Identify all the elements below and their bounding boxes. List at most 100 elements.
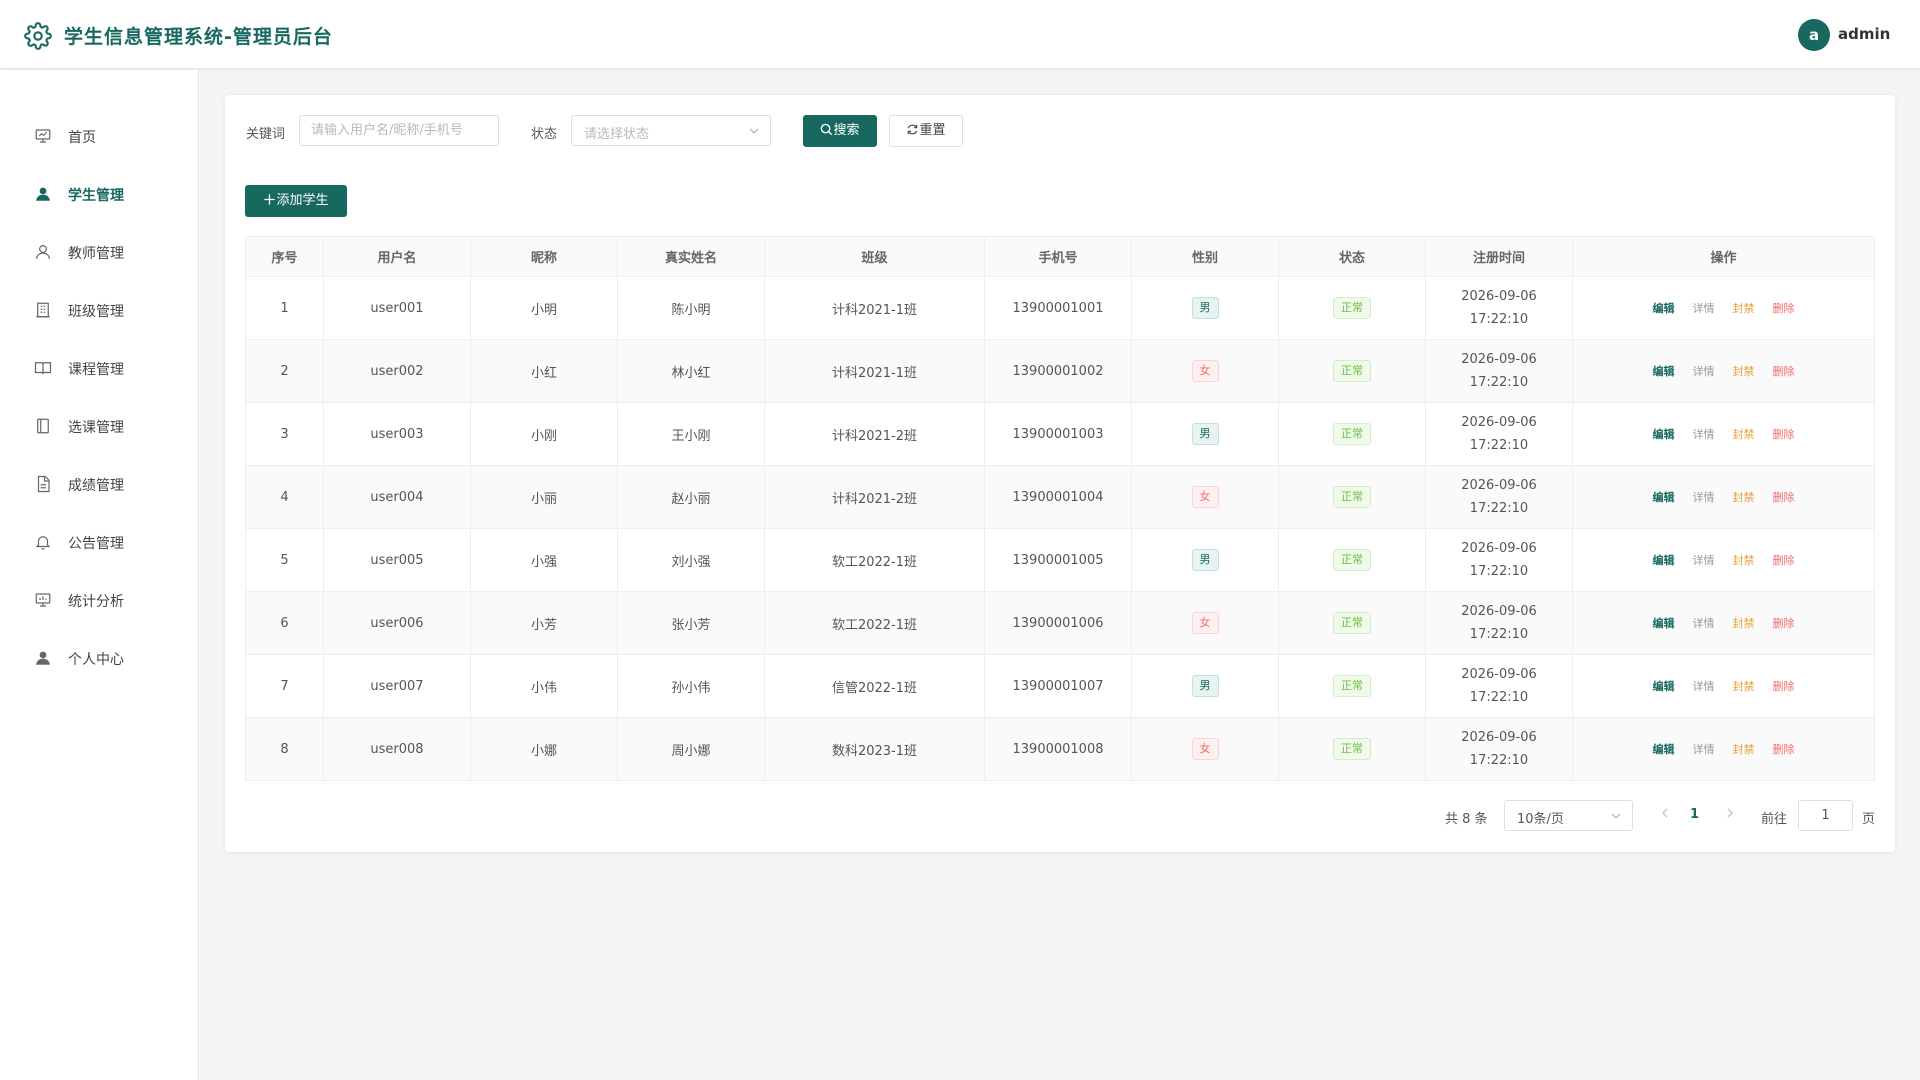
cell-nickname: 小明: [470, 276, 618, 340]
cell-class: 软工2022-1班: [764, 528, 985, 592]
delete-button[interactable]: 删除: [1773, 489, 1795, 505]
delete-button[interactable]: 删除: [1773, 300, 1795, 316]
edit-button[interactable]: 编辑: [1653, 678, 1675, 694]
keyword-input[interactable]: [300, 116, 498, 145]
avatar[interactable]: a: [1798, 19, 1830, 51]
cell-phone: 13900001001: [984, 276, 1132, 340]
sidebar-item-profile[interactable]: 个人中心: [0, 638, 199, 678]
gender-tag: 男: [1191, 675, 1219, 697]
table-row: 8 user008 小娜 周小娜 数科2023-1班 13900001008 女…: [245, 717, 1875, 781]
cell-index: 5: [245, 528, 324, 592]
delete-button[interactable]: 删除: [1773, 741, 1795, 757]
username-label[interactable]: admin: [1838, 25, 1890, 43]
ban-button[interactable]: 封禁: [1733, 741, 1755, 757]
sidebar-item-home[interactable]: 首页: [0, 116, 199, 156]
register-date: 2026-09-06: [1461, 730, 1537, 745]
table-row: 4 user004 小丽 赵小丽 计科2021-2班 13900001004 女…: [245, 465, 1875, 529]
ban-button[interactable]: 封禁: [1733, 363, 1755, 379]
delete-button[interactable]: 删除: [1773, 363, 1795, 379]
reset-button[interactable]: 重置: [889, 115, 963, 147]
sidebar-item-label: 首页: [68, 130, 96, 146]
edit-button[interactable]: 编辑: [1653, 741, 1675, 757]
ban-button[interactable]: 封禁: [1733, 552, 1755, 568]
gender-tag: 男: [1191, 549, 1219, 571]
cell-actions: 编辑 详情 封禁 删除: [1572, 654, 1875, 718]
edit-button[interactable]: 编辑: [1653, 426, 1675, 442]
search-button[interactable]: 搜索: [803, 115, 877, 147]
detail-button[interactable]: 详情: [1693, 552, 1715, 568]
next-page-icon[interactable]: [1723, 806, 1737, 820]
edit-button[interactable]: 编辑: [1653, 300, 1675, 316]
edit-button[interactable]: 编辑: [1653, 489, 1675, 505]
detail-button[interactable]: 详情: [1693, 426, 1715, 442]
delete-button[interactable]: 删除: [1773, 678, 1795, 694]
detail-button[interactable]: 详情: [1693, 741, 1715, 757]
ban-button[interactable]: 封禁: [1733, 678, 1755, 694]
ban-button[interactable]: 封禁: [1733, 426, 1755, 442]
page-suffix: 页: [1862, 812, 1876, 827]
add-student-button[interactable]: 添加学生: [245, 185, 347, 217]
sidebar-item-statistics[interactable]: 统计分析: [0, 580, 199, 620]
cell-gender: 女: [1131, 717, 1279, 781]
cell-status: 正常: [1278, 402, 1426, 466]
notebook-icon: [37, 418, 49, 434]
cell-register-time: 2026-09-06 17:22:10: [1425, 591, 1573, 655]
register-time: 17:22:10: [1469, 564, 1529, 579]
status-select[interactable]: 请选择状态: [571, 115, 771, 146]
cell-index: 1: [245, 276, 324, 340]
cell-class: 信管2022-1班: [764, 654, 985, 718]
prev-page-icon[interactable]: [1658, 806, 1672, 820]
cell-class: 计科2021-1班: [764, 276, 985, 340]
register-time: 17:22:10: [1469, 690, 1529, 705]
cell-phone: 13900001006: [984, 591, 1132, 655]
cell-register-time: 2026-09-06 17:22:10: [1425, 276, 1573, 340]
detail-button[interactable]: 详情: [1693, 300, 1715, 316]
cell-actions: 编辑 详情 封禁 删除: [1572, 402, 1875, 466]
status-badge: 正常: [1333, 423, 1371, 445]
edit-button[interactable]: 编辑: [1653, 552, 1675, 568]
sidebar-item-teachers[interactable]: 教师管理: [0, 232, 199, 272]
ban-button[interactable]: 封禁: [1733, 615, 1755, 631]
cell-username: user005: [323, 528, 471, 592]
cell-gender: 男: [1131, 402, 1279, 466]
page-number-current[interactable]: 1: [1690, 807, 1699, 822]
table-row: 2 user002 小红 林小红 计科2021-1班 13900001002 女…: [245, 339, 1875, 403]
detail-button[interactable]: 详情: [1693, 678, 1715, 694]
detail-button[interactable]: 详情: [1693, 489, 1715, 505]
status-badge: 正常: [1333, 738, 1371, 760]
sidebar-item-classes[interactable]: 班级管理: [0, 290, 199, 330]
detail-button[interactable]: 详情: [1693, 615, 1715, 631]
status-badge: 正常: [1333, 675, 1371, 697]
status-label: 状态: [531, 127, 558, 142]
main-card: 关键词 状态 请选择状态 搜索 重置 添加学生 序号 用户名 昵称 真实姓名 班…: [225, 95, 1895, 852]
cell-status: 正常: [1278, 528, 1426, 592]
sidebar-item-announcements[interactable]: 公告管理: [0, 522, 199, 562]
cell-register-time: 2026-09-06 17:22:10: [1425, 465, 1573, 529]
cell-actions: 编辑 详情 封禁 删除: [1572, 276, 1875, 340]
ban-button[interactable]: 封禁: [1733, 300, 1755, 316]
dashboard-icon: [35, 129, 51, 143]
sidebar-item-courses[interactable]: 课程管理: [0, 348, 199, 388]
sidebar-item-students[interactable]: 学生管理: [0, 174, 199, 214]
column-header: 昵称: [470, 236, 618, 277]
status-badge: 正常: [1333, 549, 1371, 571]
delete-button[interactable]: 删除: [1773, 615, 1795, 631]
edit-button[interactable]: 编辑: [1653, 615, 1675, 631]
table-row: 7 user007 小伟 孙小伟 信管2022-1班 13900001007 男…: [245, 654, 1875, 718]
sidebar-item-label: 课程管理: [68, 362, 124, 378]
cell-index: 6: [245, 591, 324, 655]
sidebar-item-grades[interactable]: 成绩管理: [0, 464, 199, 504]
ban-button[interactable]: 封禁: [1733, 489, 1755, 505]
goto-page-input[interactable]: 1: [1798, 800, 1853, 831]
delete-button[interactable]: 删除: [1773, 552, 1795, 568]
sidebar-item-label: 学生管理: [68, 188, 124, 204]
sidebar-item-label: 个人中心: [68, 652, 124, 668]
delete-button[interactable]: 删除: [1773, 426, 1795, 442]
sidebar: 首页 学生管理 教师管理 班级管理 课程管理 选课管理 成绩管理 公告管理 统计…: [0, 70, 199, 1080]
sidebar-item-enrollment[interactable]: 选课管理: [0, 406, 199, 446]
page-size-select[interactable]: 10条/页: [1504, 800, 1633, 831]
cell-actions: 编辑 详情 封禁 删除: [1572, 528, 1875, 592]
plus-icon: [264, 194, 276, 205]
edit-button[interactable]: 编辑: [1653, 363, 1675, 379]
detail-button[interactable]: 详情: [1693, 363, 1715, 379]
